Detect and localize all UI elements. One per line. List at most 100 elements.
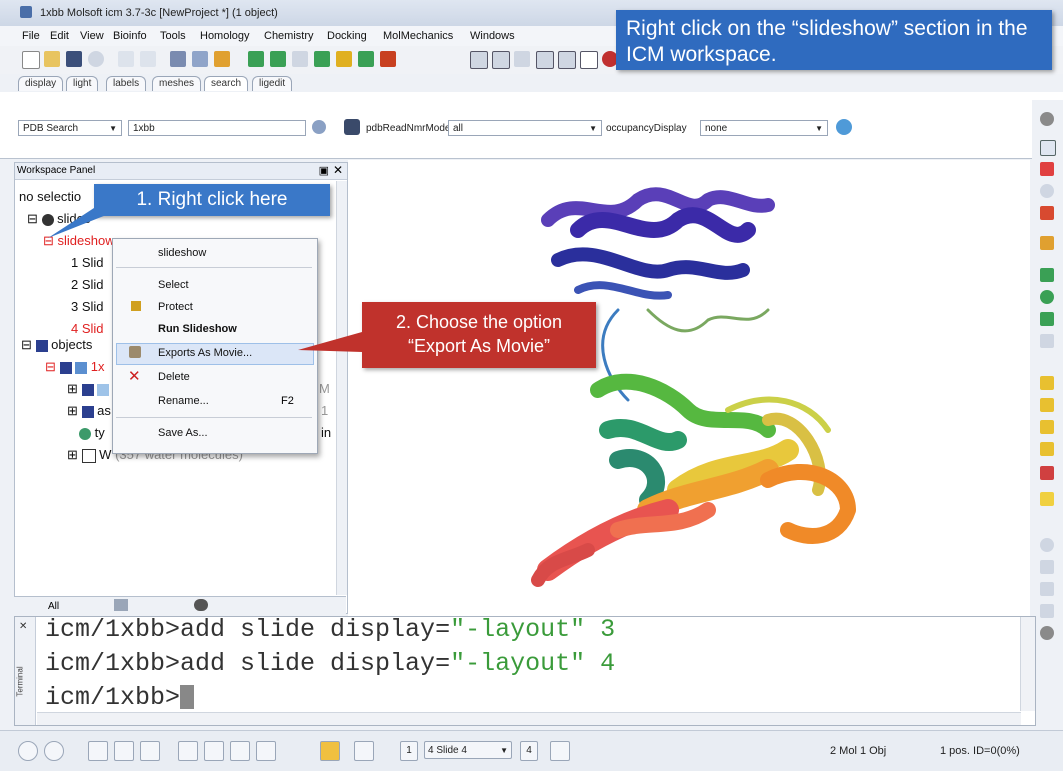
menu-bioinfo[interactable]: Bioinfo [113, 30, 147, 42]
zoom-icon[interactable] [1040, 184, 1054, 198]
expand-icon[interactable]: ⊟ [27, 211, 38, 226]
chem-tool-3-icon[interactable] [292, 51, 308, 67]
expand-icon[interactable]: ⊟ [45, 359, 56, 374]
display-mode-2-icon[interactable] [492, 51, 510, 69]
menu-item-rename[interactable]: Rename... [158, 395, 209, 407]
open-folder-icon[interactable] [44, 51, 60, 67]
search-source-select[interactable]: PDB Search ▼ [18, 120, 122, 136]
float-icon[interactable]: ▣ [319, 164, 329, 177]
align-2-icon[interactable] [1040, 398, 1054, 412]
expand-icon[interactable]: ⊞ [67, 447, 78, 462]
menu-item-save-as[interactable]: Save As... [158, 427, 208, 439]
tree-node-slide-2[interactable]: 2 Slid [71, 277, 104, 292]
molecule-viewer[interactable] [348, 160, 1030, 616]
surface-icon[interactable] [1040, 268, 1054, 282]
print-icon[interactable] [88, 51, 104, 67]
menu-item-protect[interactable]: Protect [158, 301, 193, 313]
display-mode-3-icon[interactable] [514, 51, 530, 67]
ball-stick-icon[interactable] [1040, 312, 1054, 326]
menu-item-delete[interactable]: Delete [158, 371, 190, 383]
slide-select[interactable]: 4 Slide 4 ▼ [424, 741, 512, 759]
tree-node-slide-3[interactable]: 3 Slid [71, 299, 104, 314]
chem-tool-5-icon[interactable] [336, 51, 352, 67]
window-icon[interactable] [114, 741, 134, 761]
lock-icon[interactable] [1040, 492, 1054, 506]
camera-icon[interactable] [204, 741, 224, 761]
menu-item-export-movie[interactable]: Exports As Movie... [158, 347, 252, 359]
grid-icon[interactable] [140, 741, 160, 761]
menu-molmechanics[interactable]: MolMechanics [383, 30, 453, 42]
panel-icon[interactable] [88, 741, 108, 761]
tree-node-slide-4[interactable]: 4 Slid [71, 321, 104, 336]
undo-icon[interactable] [118, 51, 134, 67]
expand-icon[interactable]: ⊟ [21, 337, 32, 352]
hand-icon[interactable] [1040, 626, 1054, 640]
tree-node-obj-1x[interactable]: ⊟ 1x [45, 359, 105, 375]
find-icon[interactable] [170, 51, 186, 67]
tag-icon[interactable] [214, 51, 230, 67]
tab-labels[interactable]: labels [106, 76, 147, 91]
chem-tool-7-icon[interactable] [380, 51, 396, 67]
expand-icon[interactable]: ⊞ [67, 381, 78, 396]
ribbon-icon[interactable] [1040, 290, 1054, 304]
menu-docking[interactable]: Docking [327, 30, 367, 42]
measure-icon[interactable] [1040, 466, 1054, 480]
tree-node-objects[interactable]: ⊟ objects [21, 337, 92, 353]
refresh-icon[interactable] [836, 119, 852, 135]
search-options-icon[interactable] [312, 120, 326, 134]
menu-view[interactable]: View [80, 30, 104, 42]
next-slide-icon[interactable] [354, 741, 374, 761]
menu-file[interactable]: File [22, 30, 40, 42]
menu-windows[interactable]: Windows [470, 30, 515, 42]
terminal-hscrollbar[interactable] [37, 712, 1021, 725]
menu-tools[interactable]: Tools [160, 30, 186, 42]
tab-ligedit[interactable]: ligedit [252, 76, 293, 91]
terminal-scrollbar[interactable] [1020, 617, 1035, 711]
terminal-panel[interactable]: ✕ Terminal icm/1xbb>add slide display="-… [14, 615, 1036, 726]
chem-tool-6-icon[interactable] [358, 51, 374, 67]
sort-icon[interactable] [1040, 560, 1054, 574]
prev-slide-icon[interactable] [320, 741, 340, 761]
display-mode-6-icon[interactable] [580, 51, 598, 69]
slideshow-icon[interactable] [550, 741, 570, 761]
new-file-icon[interactable] [22, 51, 40, 69]
binoculars-icon[interactable] [344, 119, 360, 135]
workspace-scrollbar[interactable] [336, 181, 347, 595]
footer-tab-all[interactable]: All [48, 601, 59, 612]
tree-node-slide-1[interactable]: 1 Slid [71, 255, 104, 270]
align-1-icon[interactable] [1040, 376, 1054, 390]
menu-item-select[interactable]: Select [158, 279, 189, 291]
expand-icon[interactable]: ⊞ [67, 403, 78, 418]
tab-display[interactable]: display [18, 76, 64, 91]
rotate-view-icon[interactable] [178, 741, 198, 761]
gear-icon[interactable] [1040, 538, 1054, 552]
display-mode-1-icon[interactable] [470, 51, 488, 69]
tree-node-obj-blank[interactable]: ⊞ [67, 381, 110, 397]
molecule-tool-icon[interactable] [230, 741, 250, 761]
tab-search[interactable]: search [204, 76, 249, 91]
label-icon[interactable] [1040, 334, 1054, 348]
last-slide-button[interactable]: 4 [520, 741, 538, 761]
menu-chemistry[interactable]: Chemistry [264, 30, 314, 42]
record-icon[interactable] [44, 741, 64, 761]
terminal-line-3[interactable]: icm/1xbb> [45, 683, 195, 712]
rotate-icon[interactable] [1040, 206, 1054, 220]
display-mode-4-icon[interactable] [536, 51, 554, 69]
footer-tab-slides-icon[interactable] [194, 599, 208, 611]
tree-node-obj-ty[interactable]: ty [79, 425, 105, 440]
move-icon[interactable] [1040, 162, 1054, 176]
save-icon[interactable] [66, 51, 82, 67]
close-icon[interactable]: ✕ [19, 621, 27, 632]
search-structure-icon[interactable] [192, 51, 208, 67]
chem-tool-1-icon[interactable] [248, 51, 264, 67]
menu-item-run-slideshow[interactable]: Run Slideshow [158, 323, 237, 335]
menu-homology[interactable]: Homology [200, 30, 250, 42]
search-query-input[interactable]: 1xbb [128, 120, 306, 136]
select-mode-icon[interactable] [1040, 140, 1056, 156]
chem-tool-2-icon[interactable] [270, 51, 286, 67]
tree-node-obj-as[interactable]: ⊞ as [67, 403, 111, 419]
tab-light[interactable]: light [66, 76, 99, 91]
brush-icon[interactable] [256, 741, 276, 761]
first-slide-button[interactable]: 1 [400, 741, 418, 761]
chem-tool-4-icon[interactable] [314, 51, 330, 67]
